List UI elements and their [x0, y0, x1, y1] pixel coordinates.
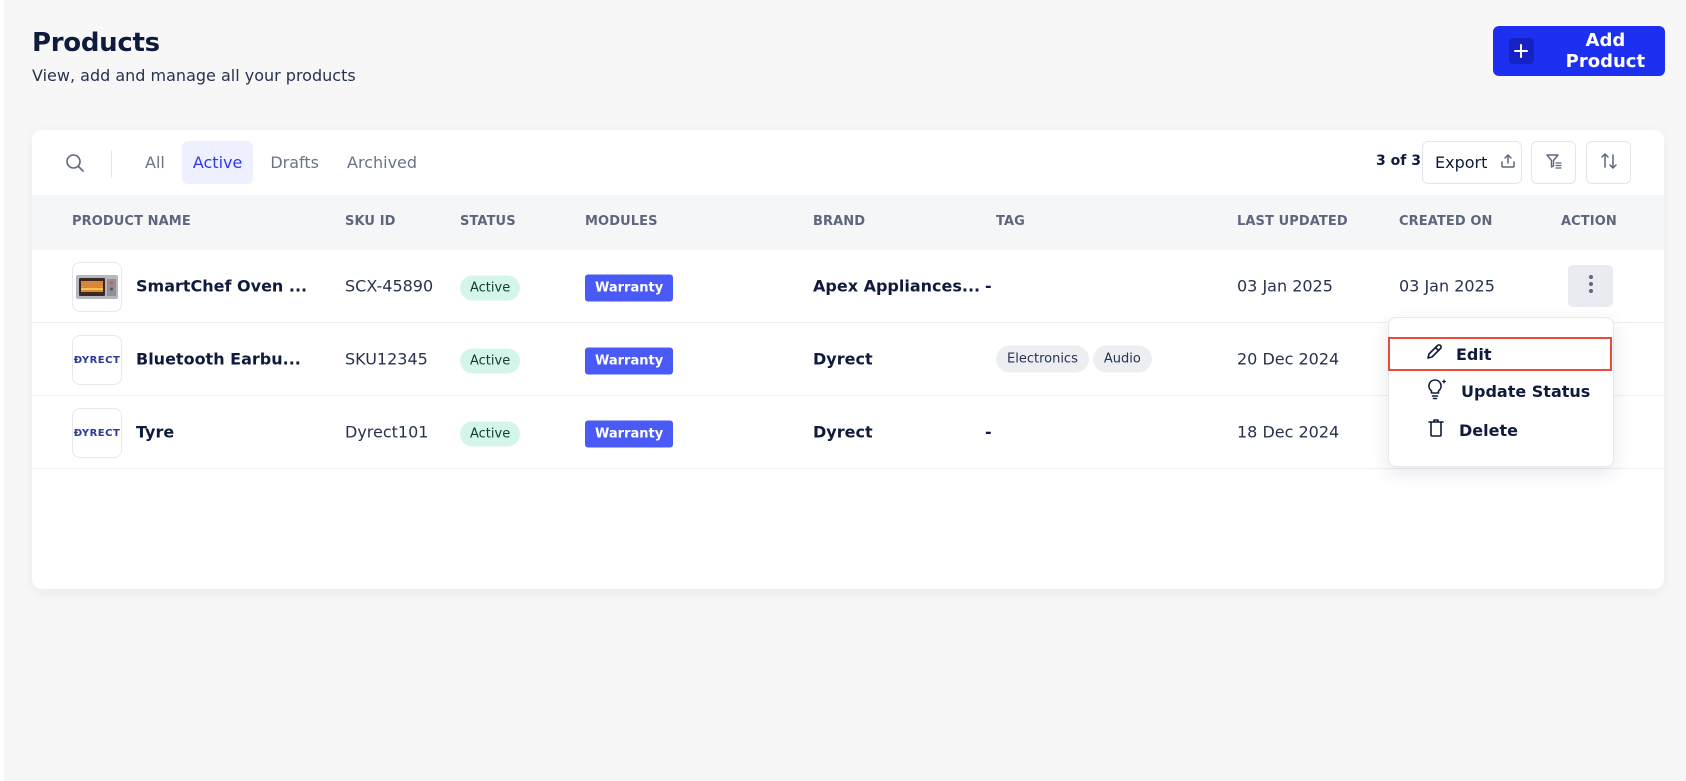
column-header-modules[interactable]: MODULES [585, 214, 658, 229]
tag-badge: Audio [1092, 345, 1152, 373]
status-badge: Active [460, 348, 521, 374]
search-icon[interactable] [64, 152, 86, 174]
export-button[interactable]: Export [1422, 141, 1522, 184]
menu-item-label: Delete [1459, 420, 1518, 440]
column-header-status[interactable]: STATUS [460, 214, 516, 229]
menu-item-update-status[interactable]: Update Status [1389, 374, 1615, 408]
product-thumbnail [72, 262, 122, 312]
column-header-action: ACTION [1561, 214, 1617, 229]
column-header-last-updated[interactable]: LAST UPDATED [1237, 214, 1348, 229]
add-product-label: Add Product [1565, 30, 1646, 72]
menu-item-label: Update Status [1461, 381, 1591, 401]
menu-item-edit[interactable]: Edit [1388, 337, 1612, 371]
tag-empty: - [985, 422, 992, 442]
modules-cell: Warranty [585, 420, 674, 448]
column-header-created-on[interactable]: CREATED ON [1399, 214, 1492, 229]
sku-id: SKU12345 [345, 349, 428, 369]
product-thumbnail: ÐYRECT [72, 408, 122, 458]
tag-empty: - [985, 276, 992, 296]
tab-archived[interactable]: Archived [336, 141, 428, 184]
products-card: All Active Drafts Archived 3 of 3 Export… [32, 130, 1664, 589]
tab-drafts[interactable]: Drafts [259, 141, 330, 184]
menu-item-delete[interactable]: Delete [1389, 413, 1615, 447]
table-toolbar: All Active Drafts Archived 3 of 3 Export [32, 130, 1664, 195]
status-cell: Active [460, 421, 521, 447]
table-row[interactable]: SmartChef Oven ... SCX-45890 Active Warr… [32, 250, 1664, 323]
row-actions-menu: Edit Update Status Delete [1388, 317, 1614, 467]
status-cell: Active [460, 348, 521, 374]
sort-icon [1599, 151, 1619, 175]
sort-button[interactable] [1586, 141, 1631, 184]
sku-id: Dyrect101 [345, 422, 429, 442]
plus-icon [1509, 38, 1534, 64]
pencil-icon [1424, 342, 1444, 366]
product-name[interactable]: Tyre [136, 423, 174, 442]
oven-image-icon [76, 275, 118, 299]
product-name[interactable]: Bluetooth Earbu... [136, 350, 301, 369]
brand: Dyrect [813, 422, 873, 442]
module-badge: Warranty [585, 420, 674, 448]
product-thumbnail: ÐYRECT [72, 335, 122, 385]
brand: Dyrect [813, 349, 873, 369]
module-badge: Warranty [585, 347, 674, 375]
tag-badge: Electronics [996, 345, 1089, 373]
status-badge: Active [460, 421, 521, 447]
column-header-brand[interactable]: BRAND [813, 214, 865, 229]
more-vertical-icon [1588, 274, 1594, 298]
column-header-sku-id[interactable]: SKU ID [345, 214, 396, 229]
tags-cell: Electronics Audio [996, 345, 1156, 373]
trash-icon [1425, 417, 1447, 443]
product-name[interactable]: SmartChef Oven ... [136, 277, 307, 296]
column-header-tag[interactable]: TAG [996, 214, 1025, 229]
created-on: 03 Jan 2025 [1399, 276, 1495, 296]
export-label: Export [1435, 153, 1488, 172]
tab-active[interactable]: Active [181, 141, 254, 184]
row-actions-button[interactable] [1568, 265, 1613, 307]
page-subtitle: View, add and manage all your products [32, 66, 356, 85]
brand-logo: ÐYRECT [73, 354, 121, 366]
status-cell: Active [460, 275, 521, 301]
last-updated: 18 Dec 2024 [1237, 422, 1340, 442]
status-tabs: All Active Drafts Archived [134, 141, 428, 184]
page-title: Products [32, 28, 160, 58]
last-updated: 03 Jan 2025 [1237, 276, 1333, 296]
last-updated: 20 Dec 2024 [1237, 349, 1340, 369]
sku-id: SCX-45890 [345, 276, 434, 296]
brand-logo: ÐYRECT [73, 427, 121, 439]
brand: Apex Appliances... [813, 276, 981, 296]
filter-button[interactable] [1531, 141, 1576, 184]
result-count: 3 of 3 [1376, 153, 1421, 169]
page-header: Products View, add and manage all your p… [32, 28, 356, 85]
toolbar-divider [111, 150, 112, 178]
upload-icon [1499, 152, 1517, 174]
module-badge: Warranty [585, 274, 674, 302]
status-badge: Active [460, 275, 521, 301]
filter-icon [1544, 151, 1564, 175]
modules-cell: Warranty [585, 274, 674, 302]
table-header: PRODUCT NAME SKU ID STATUS MODULES BRAND… [32, 195, 1664, 250]
modules-cell: Warranty [585, 347, 674, 375]
add-product-button[interactable]: Add Product [1493, 26, 1665, 76]
column-header-product-name[interactable]: PRODUCT NAME [72, 214, 191, 229]
window-edge [0, 0, 4, 781]
lightbulb-sparkle-icon [1425, 377, 1449, 405]
menu-item-label: Edit [1456, 344, 1492, 364]
tab-all[interactable]: All [134, 141, 176, 184]
